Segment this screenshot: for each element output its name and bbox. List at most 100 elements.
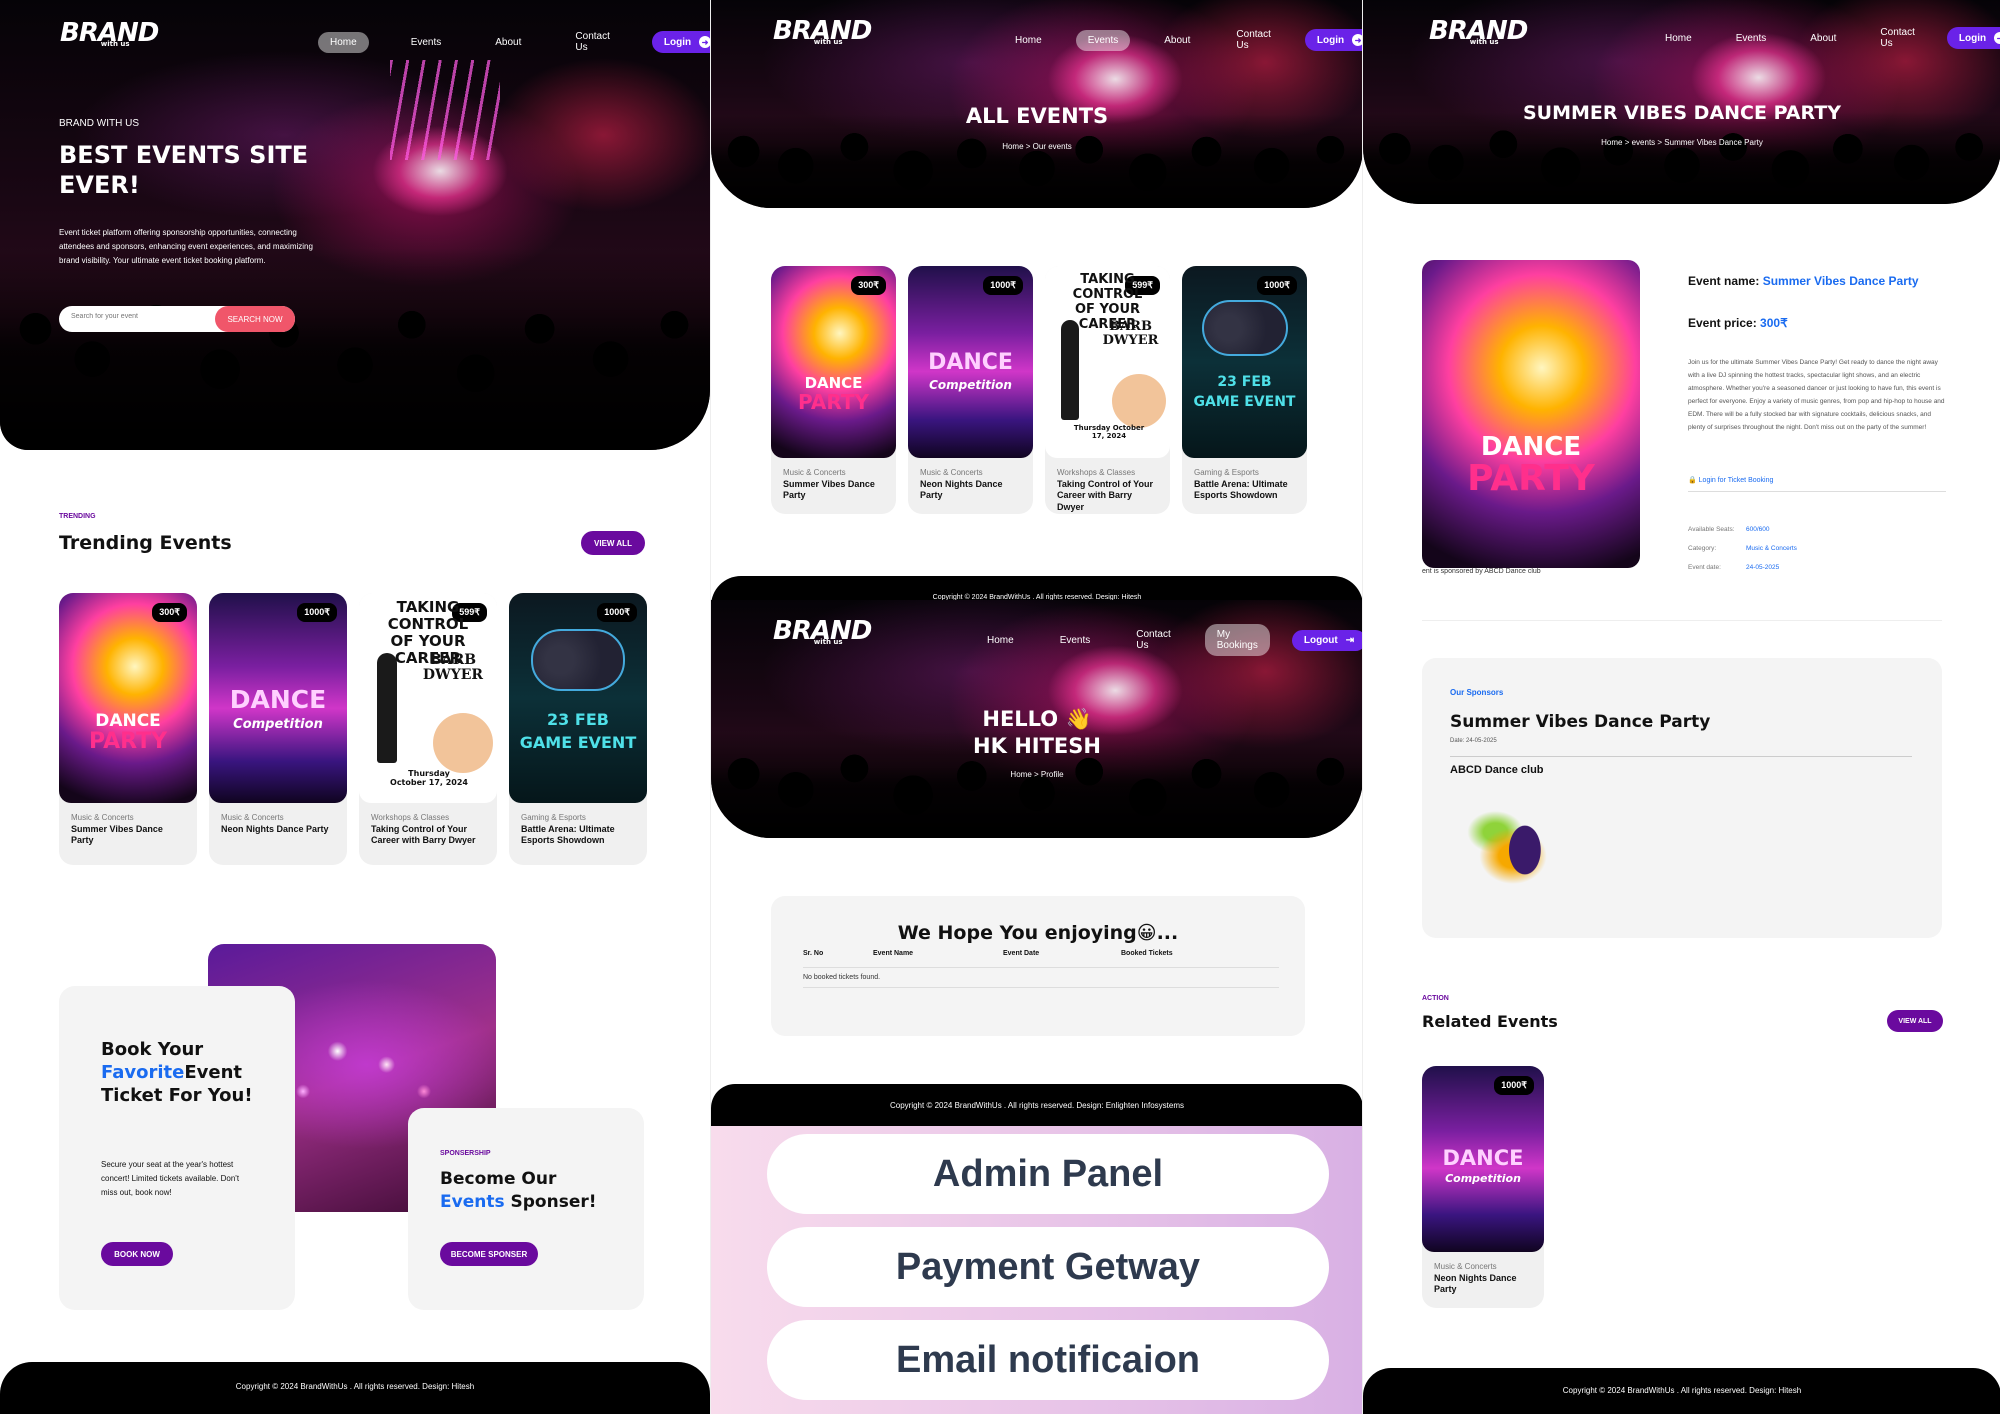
login-button[interactable]: Login➜ <box>651 31 710 53</box>
breadcrumb[interactable]: Home > events > Summer Vibes Dance Party <box>1363 138 2000 147</box>
event-card[interactable]: 1000₹ DANCE Competition Music & Concerts… <box>209 593 347 865</box>
event-card[interactable]: 599₹ TAKING CONTROL OF YOUR CAREER BARB DW… <box>359 593 497 865</box>
nav-contact[interactable]: Contact Us <box>1868 22 1926 54</box>
event-poster: 300₹ DANCE PARTY <box>59 593 197 803</box>
poster-text: Thursday October 17, 2024 <box>390 769 468 787</box>
nav-my-bookings[interactable]: My Bookings <box>1204 624 1270 656</box>
table-row: No booked tickets found. <box>803 970 1279 988</box>
poster-text: Thursday October 17, 2024 <box>1073 424 1145 440</box>
brand-logo[interactable]: BRAND with us <box>60 18 159 48</box>
sponsors-tag: Our Sponsors <box>1450 688 1504 697</box>
nav-about[interactable]: About <box>1152 30 1202 51</box>
logout-icon: ⇥ <box>1345 634 1355 646</box>
login-button[interactable]: Login➜ <box>1946 27 2000 49</box>
features-panel: Admin Panel Payment Getway Email notific… <box>711 1126 1362 1414</box>
event-card[interactable]: 1000₹ 23 FEB GAME EVENT Gaming & Esports… <box>1182 266 1307 514</box>
become-sponsor-button[interactable]: BECOME SPONSER <box>440 1242 538 1266</box>
view-all-button[interactable]: VIEW ALL <box>1887 1010 1943 1032</box>
event-category: Music & Concerts <box>71 813 134 822</box>
book-now-button[interactable]: BOOK NOW <box>101 1242 173 1266</box>
divider <box>1422 620 1942 621</box>
event-title: Summer Vibes Dance Party <box>71 824 163 846</box>
event-title: Battle Arena: Ultimate Esports Showdown <box>521 824 615 846</box>
event-card[interactable]: 1000₹ DANCE Competition Music & Concerts… <box>1422 1066 1544 1308</box>
nav-about[interactable]: About <box>1798 28 1848 49</box>
price-badge: 300₹ <box>152 603 187 622</box>
poster-text: 23 FEB <box>547 710 609 729</box>
nav-home[interactable]: Home <box>318 31 369 53</box>
sponsor-logo <box>1460 790 1578 910</box>
event-name: Event name: Summer Vibes Dance Party <box>1688 274 1919 288</box>
footer-text: Copyright © 2024 BrandWithUs . All right… <box>1562 1386 1802 1395</box>
feature-pill: Admin Panel <box>767 1134 1329 1214</box>
price-badge: 1000₹ <box>983 276 1023 295</box>
profile-footer: Copyright © 2024 BrandWithUs . All right… <box>711 1084 1362 1128</box>
login-booking-link[interactable]: 🔒 Login for Ticket Booking <box>1688 476 1773 484</box>
bookings-box: We Hope You enjoying😀... Sr. No Event Na… <box>771 896 1305 1036</box>
book-title: Book Your FavoriteEvent Ticket For You! <box>101 1039 253 1106</box>
poster-text: Competition <box>233 717 323 732</box>
sponsors-date: Date: 24-05-2025 <box>1450 738 1497 744</box>
event-detail-page: BRAND with us Home Events About Contact U… <box>1362 0 2000 1414</box>
detail-hero: BRAND with us Home Events About Contact U… <box>1363 0 2000 204</box>
divider <box>1688 491 1946 492</box>
nav-events[interactable]: Events <box>399 32 454 53</box>
nav-events[interactable]: Events <box>1724 28 1779 49</box>
event-card[interactable]: 1000₹ 23 FEB GAME EVENT Gaming & Esports… <box>509 593 647 865</box>
poster-text: GAME EVENT <box>1193 394 1296 410</box>
hand-illustration <box>1112 374 1166 428</box>
gamepad-icon <box>531 629 625 691</box>
book-description: Secure your seat at the year's hottest c… <box>101 1160 240 1197</box>
nav-home[interactable]: Home <box>1653 28 1704 49</box>
trending-tag: TRENDING <box>59 513 96 520</box>
search-input[interactable] <box>71 313 211 320</box>
search-button[interactable]: SEARCH NOW <box>215 306 295 332</box>
breadcrumb[interactable]: Home > Our events <box>711 142 1362 151</box>
event-title: Summer Vibes Dance Party <box>783 479 875 501</box>
nav-about[interactable]: About <box>483 32 533 53</box>
gamepad-icon <box>1202 300 1288 356</box>
brand-logo[interactable]: BRAND with us <box>773 16 872 46</box>
event-poster: 1000₹ 23 FEB GAME EVENT <box>1182 266 1307 458</box>
event-card[interactable]: 1000₹ DANCE Competition Music & Concerts… <box>908 266 1033 514</box>
crowd-silhouette <box>1363 112 2000 204</box>
sponsors-box: Our Sponsors Summer Vibes Dance Party Da… <box>1422 658 1942 938</box>
event-title: Taking Control of Your Career with Barry… <box>371 824 476 846</box>
arrow-right-icon: ➜ <box>1352 34 1362 46</box>
profile-hero: BRAND with us Home Events Contact Us My B… <box>711 600 1362 838</box>
nav-contact[interactable]: Contact Us <box>563 26 621 58</box>
breadcrumb[interactable]: Home > Profile <box>711 770 1362 779</box>
poster-text: 23 FEB <box>1217 374 1272 390</box>
view-all-button[interactable]: VIEW ALL <box>581 531 645 555</box>
main-nav: Home Events About Contact Us Login➜ <box>1653 22 2000 54</box>
all-events-hero: BRAND with us Home Events About Contact U… <box>711 0 1362 208</box>
nav-events[interactable]: Events <box>1048 630 1103 651</box>
event-category: Music & Concerts <box>783 468 846 477</box>
event-card[interactable]: 300₹ DANCE PARTY Music & Concerts Summer… <box>771 266 896 514</box>
event-card[interactable]: 599₹ TAKING CONTROL OF YOUR CAREER BARB DW… <box>1045 266 1170 514</box>
all-events-cards: 300₹ DANCE PARTY Music & Concerts Summer… <box>771 266 1307 514</box>
nav-home[interactable]: Home <box>1003 30 1054 51</box>
event-title: Neon Nights Dance Party <box>221 824 329 834</box>
bookings-table-header: Sr. No Event Name Event Date Booked Tick… <box>803 950 1279 968</box>
hero-description: Event ticket platform offering sponsorsh… <box>59 228 313 265</box>
event-price: Event price: 300₹ <box>1688 316 1788 330</box>
book-card: Book Your FavoriteEvent Ticket For You! S… <box>59 986 295 1310</box>
price-badge: 300₹ <box>851 276 886 295</box>
nav-home[interactable]: Home <box>975 630 1026 651</box>
poster-text: BARB DWYER <box>1102 319 1159 348</box>
brand-logo[interactable]: BRAND with us <box>773 616 872 646</box>
column-header: Event Date <box>1003 950 1040 957</box>
nav-events[interactable]: Events <box>1075 29 1131 51</box>
brand-logo[interactable]: BRAND with us <box>1429 16 1528 46</box>
nav-contact[interactable]: Contact Us <box>1224 24 1282 56</box>
event-meta-labels: Available Seats: Category: Event date: <box>1688 526 1735 571</box>
column-header: Event Name <box>873 950 914 957</box>
nav-contact[interactable]: Contact Us <box>1124 624 1182 656</box>
login-button[interactable]: Login➜ <box>1304 29 1362 51</box>
crowd-silhouette <box>711 114 1362 208</box>
event-poster: 1000₹ DANCE Competition <box>209 593 347 803</box>
event-card[interactable]: 300₹ DANCE PARTY Music & Concerts Summer… <box>59 593 197 865</box>
logout-button[interactable]: Logout ⇥ <box>1291 629 1362 651</box>
fireworks <box>390 60 500 160</box>
